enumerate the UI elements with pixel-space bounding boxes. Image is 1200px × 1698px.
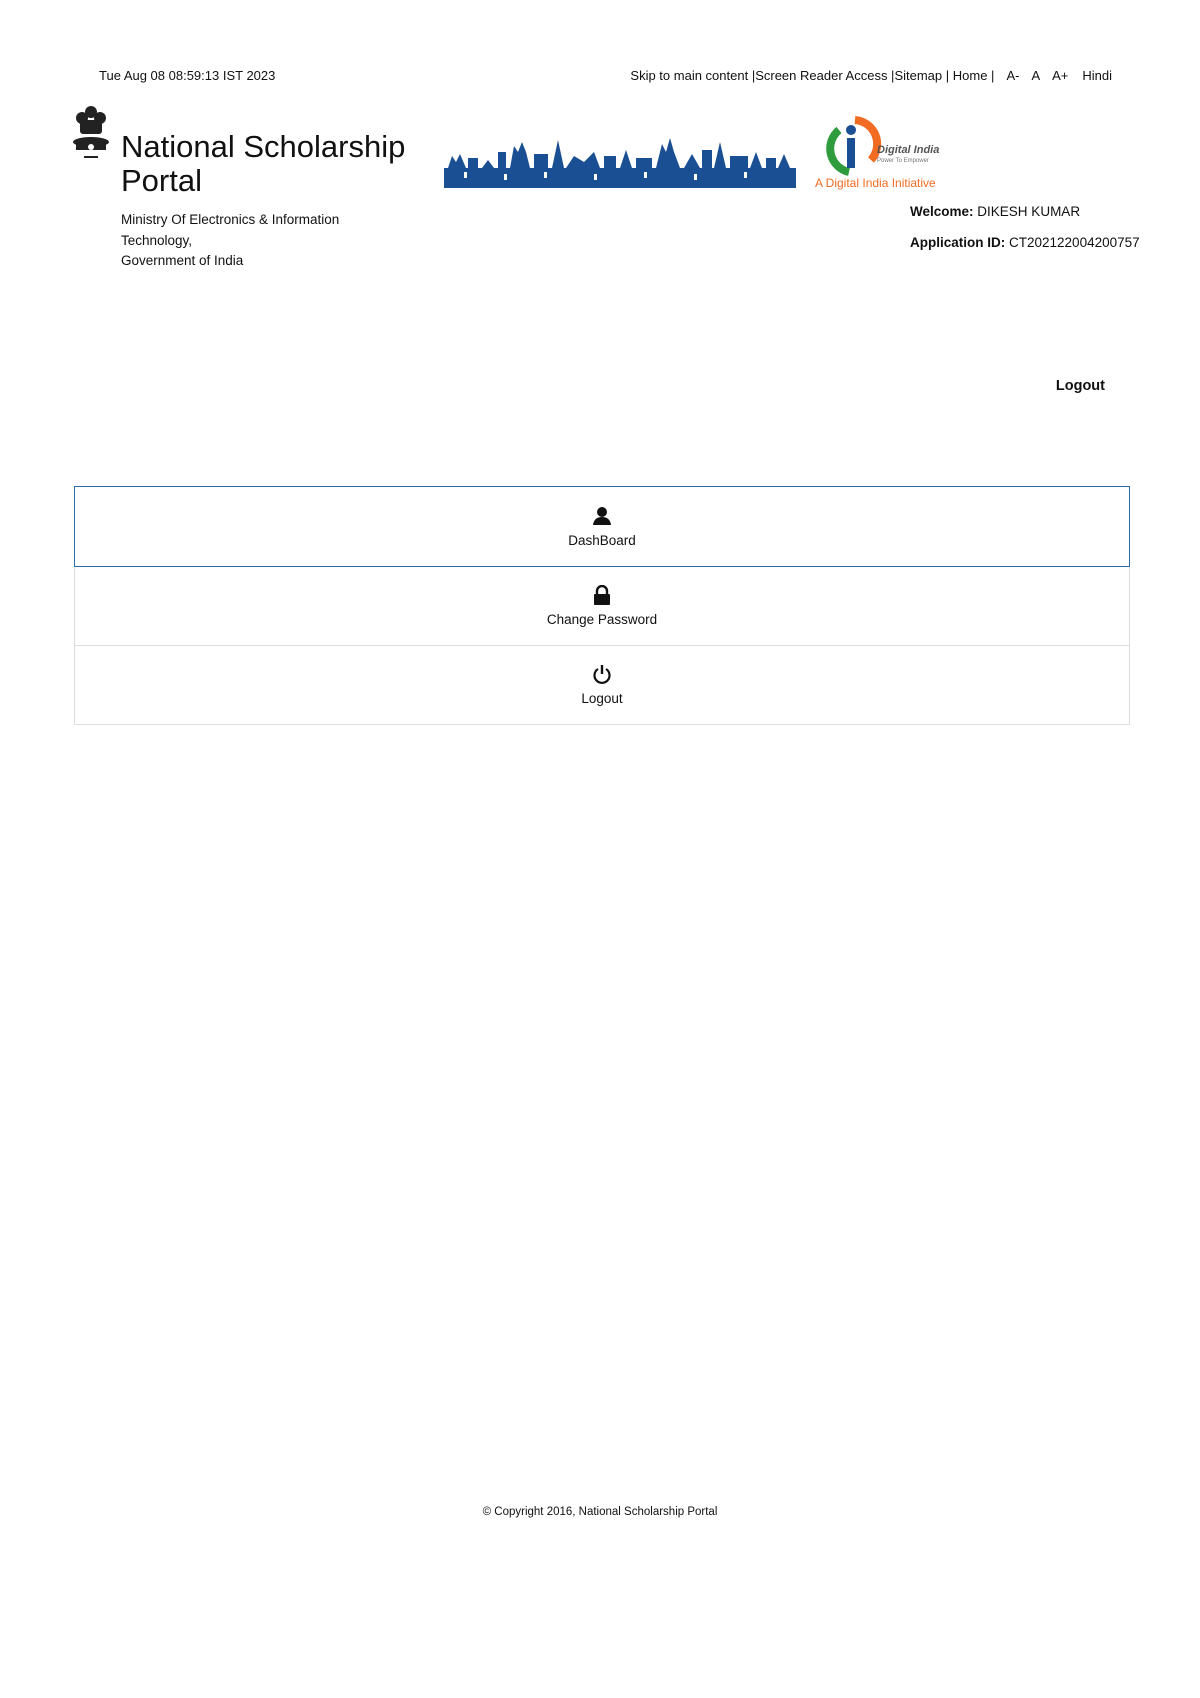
- skip-to-main-link[interactable]: Skip to main content: [630, 68, 748, 83]
- current-datetime: Tue Aug 08 08:59:13 IST 2023: [99, 68, 276, 83]
- digital-india-mark-icon: [826, 116, 882, 176]
- menu-item-change-password[interactable]: Change Password: [74, 567, 1130, 646]
- font-increase-link[interactable]: A+: [1052, 68, 1068, 83]
- screen-reader-link[interactable]: Screen Reader Access: [755, 68, 887, 83]
- ministry-line: Ministry Of Electronics & Information: [121, 212, 340, 227]
- logout-link[interactable]: Logout: [1056, 378, 1105, 394]
- digital-india-tagline: Power To Empower: [877, 158, 929, 164]
- monuments-banner-image: [444, 138, 796, 188]
- link-separator: |: [748, 68, 756, 83]
- font-decrease-link[interactable]: A-: [1006, 68, 1019, 83]
- link-separator: |: [887, 68, 895, 83]
- digital-india-initiative-text: A Digital India Initiative: [815, 176, 936, 190]
- ministry-line: Government of India: [121, 253, 244, 268]
- user-name: DIKESH KUMAR: [977, 204, 1081, 219]
- font-normal-link[interactable]: A: [1031, 68, 1040, 83]
- portal-title: National Scholarship Portal: [121, 129, 406, 198]
- digital-india-logo: Digital India Power To Empower A Digital…: [815, 116, 950, 194]
- menu-item-label: Change Password: [546, 612, 658, 627]
- power-icon: [593, 665, 611, 684]
- application-id-text: Application ID: CT202122004200757: [910, 235, 1140, 250]
- menu-item-label: DashBoard: [568, 532, 636, 548]
- menu-item-label: Logout: [581, 691, 623, 706]
- national-emblem-icon: [73, 106, 109, 158]
- digital-india-logo-text: Digital India: [877, 144, 940, 156]
- menu-item-dashboard[interactable]: DashBoard: [74, 486, 1130, 567]
- ministry-text: Ministry Of Electronics & Information Te…: [121, 210, 381, 272]
- home-link[interactable]: Home: [953, 68, 988, 83]
- ministry-line: Technology,: [121, 232, 193, 248]
- application-id-label: Application ID:: [910, 235, 1006, 250]
- link-separator: |: [987, 68, 995, 83]
- copyright-footer: © Copyright 2016, National Scholarship P…: [482, 1506, 718, 1518]
- user-icon: [593, 506, 611, 525]
- menu-item-logout[interactable]: Logout: [74, 646, 1130, 725]
- link-separator: |: [942, 68, 953, 83]
- application-id-value: CT202122004200757: [1009, 235, 1140, 250]
- hindi-language-link[interactable]: Hindi: [1082, 68, 1112, 83]
- welcome-text: Welcome: DIKESH KUMAR: [910, 204, 1080, 219]
- main-menu: DashBoard Change Password Logout: [74, 486, 1130, 725]
- sitemap-link[interactable]: Sitemap: [894, 68, 942, 83]
- lock-icon: [594, 585, 610, 605]
- accessibility-links: Skip to main content | Screen Reader Acc…: [630, 68, 1112, 83]
- welcome-label: Welcome:: [910, 204, 974, 219]
